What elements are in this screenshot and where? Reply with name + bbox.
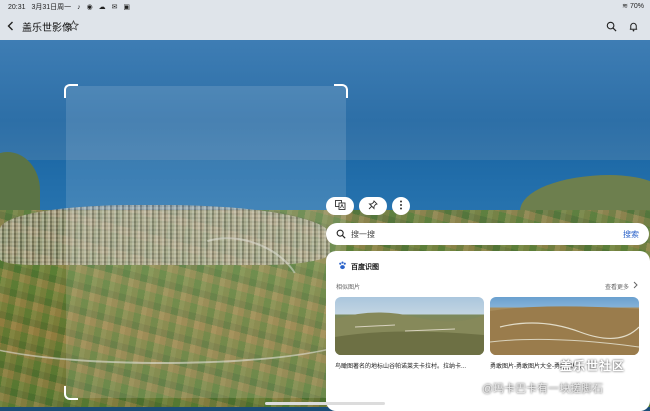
translate-button[interactable] [326, 197, 354, 215]
status-bar: 20:31 3月31日周一 ♪ ◉ ☁ ✉ ▣ ≋ 70% [0, 0, 650, 12]
search-icon[interactable] [604, 19, 618, 33]
landscape-illustration [490, 306, 639, 355]
result-thumbnail[interactable] [335, 297, 484, 355]
landscape-illustration [335, 312, 484, 355]
back-icon[interactable] [4, 19, 18, 33]
view-more-link[interactable]: 查看更多 [605, 281, 638, 291]
status-time: 20:31 [8, 4, 26, 11]
more-button[interactable] [392, 197, 410, 215]
battery-level: 70% [629, 3, 644, 10]
paw-icon [338, 261, 347, 272]
pin-button[interactable] [359, 197, 387, 215]
brand-header: 百度识图 [338, 261, 379, 272]
more-vert-icon [399, 197, 403, 215]
search-button[interactable]: 搜索 [623, 229, 639, 240]
translate-icon [334, 197, 346, 215]
section-label: 相似图片 [336, 285, 361, 291]
brand-label: 百度识图 [351, 263, 379, 271]
view-more-label: 查看更多 [604, 284, 629, 291]
watermark-author: @玛卡巴卡有一块搓脚石 [482, 383, 604, 395]
home-indicator[interactable] [265, 402, 385, 405]
search-bar[interactable]: 搜一搜 搜索 [326, 223, 649, 245]
search-input[interactable]: 搜一搜 [351, 229, 375, 240]
bell-icon[interactable] [626, 19, 640, 33]
watermark-site: 盖乐世社区 [560, 359, 626, 373]
wifi-icon: ≋ [622, 3, 629, 10]
result-thumbnail[interactable] [490, 297, 639, 355]
app-bar: 盖乐世影像 [0, 12, 650, 40]
crop-handle-bottom-left[interactable] [64, 386, 78, 400]
crop-handle-top-left[interactable] [64, 84, 78, 98]
status-date: 3月31日周一 [31, 4, 72, 11]
search-icon [335, 228, 346, 239]
pin-icon [368, 197, 378, 215]
chevron-right-icon [633, 281, 638, 291]
result-caption[interactable]: 鸟瞰图著名的地标山谷帕诺莱夫卡拉村。拉纳卡... [335, 361, 484, 370]
crop-selection[interactable] [66, 86, 346, 398]
star-icon[interactable] [67, 19, 79, 31]
page-title: 盖乐世影像 [22, 23, 72, 34]
crop-handle-top-right[interactable] [334, 84, 348, 98]
notification-icons: ♪ ◉ ☁ ✉ ▣ [77, 4, 132, 11]
